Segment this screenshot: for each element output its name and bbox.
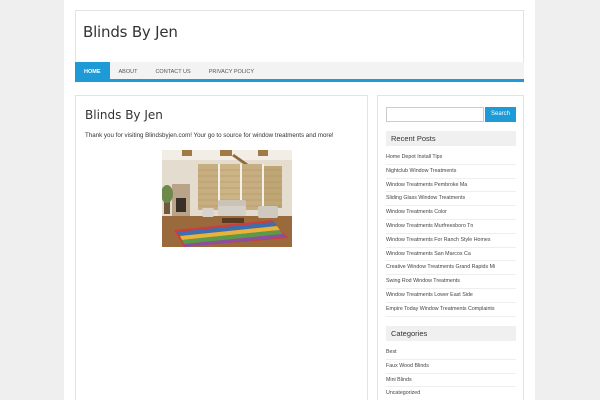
recent-post-link[interactable]: Window Treatments San Marcos Ca [386, 248, 516, 262]
living-room-illustration [162, 150, 292, 247]
nav-item-contact-us[interactable]: Contact Us [146, 62, 199, 82]
category-link[interactable]: Mini Blinds [386, 374, 516, 388]
category-link[interactable]: Faux Wood Blinds [386, 360, 516, 374]
category-link[interactable]: Best [386, 346, 516, 360]
recent-posts-list: Home Depot Install Tips Nightclub Window… [386, 151, 516, 317]
recent-post-link[interactable]: Window Treatments Color [386, 206, 516, 220]
category-link[interactable]: Uncategorized [386, 387, 516, 400]
recent-post-link[interactable]: Window Treatments Pembroke Ma [386, 179, 516, 193]
recent-post-link[interactable]: Nightclub Window Treatments [386, 165, 516, 179]
search-input[interactable] [386, 107, 484, 122]
recent-post-link[interactable]: Window Treatments Lower East Side [386, 289, 516, 303]
categories-list: Best Faux Wood Blinds Mini Blinds Uncate… [386, 346, 516, 400]
nav-item-home[interactable]: Home [75, 62, 110, 82]
main-navigation: Home About Contact Us Privacy Policy [75, 62, 524, 82]
recent-post-link[interactable]: Swing Rod Window Treatments [386, 275, 516, 289]
recent-post-link[interactable]: Window Treatments For Ranch Style Homes [386, 234, 516, 248]
living-room-image [162, 150, 292, 247]
post-title: Blinds By Jen [85, 108, 163, 122]
categories-title: Categories [386, 326, 516, 341]
nav-item-privacy-policy[interactable]: Privacy Policy [200, 62, 263, 82]
search-button[interactable]: Search [485, 107, 516, 122]
sidebar: Search Recent Posts Home Depot Install T… [377, 95, 524, 400]
recent-post-link[interactable]: Creative Window Treatments Grand Rapids … [386, 261, 516, 276]
page-container: Blinds By Jen Home About Contact Us Priv… [64, 0, 535, 400]
recent-post-link[interactable]: Home Depot Install Tips [386, 151, 516, 165]
main-content: Blinds By Jen Thank you for visiting Bli… [75, 95, 368, 400]
post-text: Thank you for visiting Blindsbyjen.com! … [85, 132, 334, 139]
nav-item-about[interactable]: About [110, 62, 147, 82]
recent-post-link[interactable]: Empire Today Window Treatments Complaint… [386, 303, 516, 317]
recent-posts-title: Recent Posts [386, 131, 516, 146]
recent-post-link[interactable]: Window Treatments Murfreesboro Tn [386, 220, 516, 234]
site-title[interactable]: Blinds By Jen [83, 23, 178, 41]
recent-post-link[interactable]: Sliding Glass Window Treatments [386, 192, 516, 207]
